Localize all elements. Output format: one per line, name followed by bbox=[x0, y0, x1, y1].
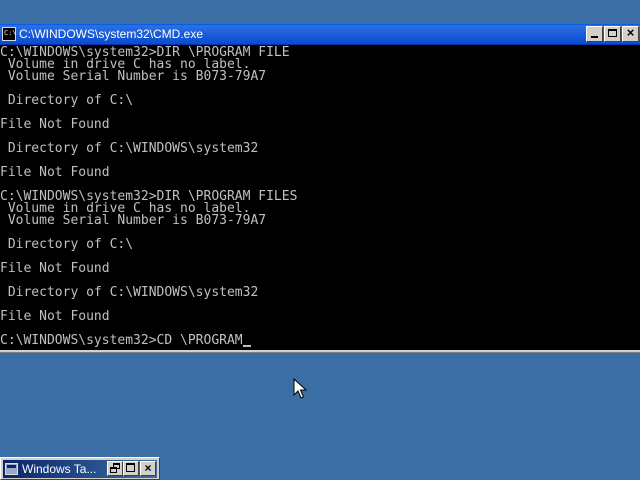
minimized-window-title: Windows Ta... bbox=[22, 462, 97, 476]
console-line: File Not Found bbox=[0, 309, 110, 324]
minimized-window-titlebar[interactable]: Windows Ta... × bbox=[3, 460, 157, 478]
close-icon: × bbox=[144, 461, 152, 475]
minimize-icon bbox=[591, 36, 598, 38]
maximize-button[interactable] bbox=[604, 26, 621, 42]
cmd-titlebar[interactable]: C:\ C:\WINDOWS\system32\CMD.exe × bbox=[0, 24, 640, 45]
minimized-maximize-button[interactable] bbox=[123, 461, 139, 476]
cmd-window: C:\ C:\WINDOWS\system32\CMD.exe × C:\WIN… bbox=[0, 24, 640, 353]
arrow-pointer-icon bbox=[293, 378, 307, 399]
console-line: Directory of C:\ bbox=[0, 237, 134, 252]
text-caret bbox=[242, 345, 251, 347]
current-command: C:\WINDOWS\system32>CD \PROGRAM bbox=[0, 333, 243, 348]
console-line: File Not Found bbox=[0, 117, 110, 132]
close-icon: × bbox=[626, 25, 635, 40]
restore-icon-front bbox=[110, 467, 117, 473]
minimized-window[interactable]: Windows Ta... × bbox=[0, 457, 160, 480]
cmd-app-icon[interactable]: C:\ bbox=[2, 27, 17, 41]
console-line: Directory of C:\ bbox=[0, 93, 134, 108]
minimized-close-button[interactable]: × bbox=[140, 461, 156, 476]
console-line: Directory of C:\WINDOWS\system32 bbox=[0, 285, 259, 300]
minimize-button[interactable] bbox=[586, 26, 603, 42]
console-line: Volume Serial Number is B073-79A7 bbox=[0, 213, 267, 228]
console-line: Volume Serial Number is B073-79A7 bbox=[0, 69, 267, 84]
maximize-icon bbox=[126, 463, 135, 472]
close-button[interactable]: × bbox=[622, 25, 639, 42]
console-line: File Not Found bbox=[0, 261, 110, 276]
console-line: File Not Found bbox=[0, 165, 110, 180]
window-icon[interactable] bbox=[5, 463, 18, 475]
restore-button[interactable] bbox=[107, 461, 123, 476]
cmd-icon-text: C:\ bbox=[4, 29, 17, 37]
window-title: C:\WINDOWS\system32\CMD.exe bbox=[19, 27, 204, 41]
console-output[interactable]: C:\WINDOWS\system32>DIR \PROGRAM FILE Vo… bbox=[0, 45, 640, 350]
window-bottom-border[interactable] bbox=[0, 350, 640, 353]
console-line: Directory of C:\WINDOWS\system32 bbox=[0, 141, 259, 156]
command-prompt-line[interactable]: C:\WINDOWS\system32>CD \PROGRAM bbox=[0, 333, 251, 348]
maximize-icon bbox=[608, 29, 617, 37]
